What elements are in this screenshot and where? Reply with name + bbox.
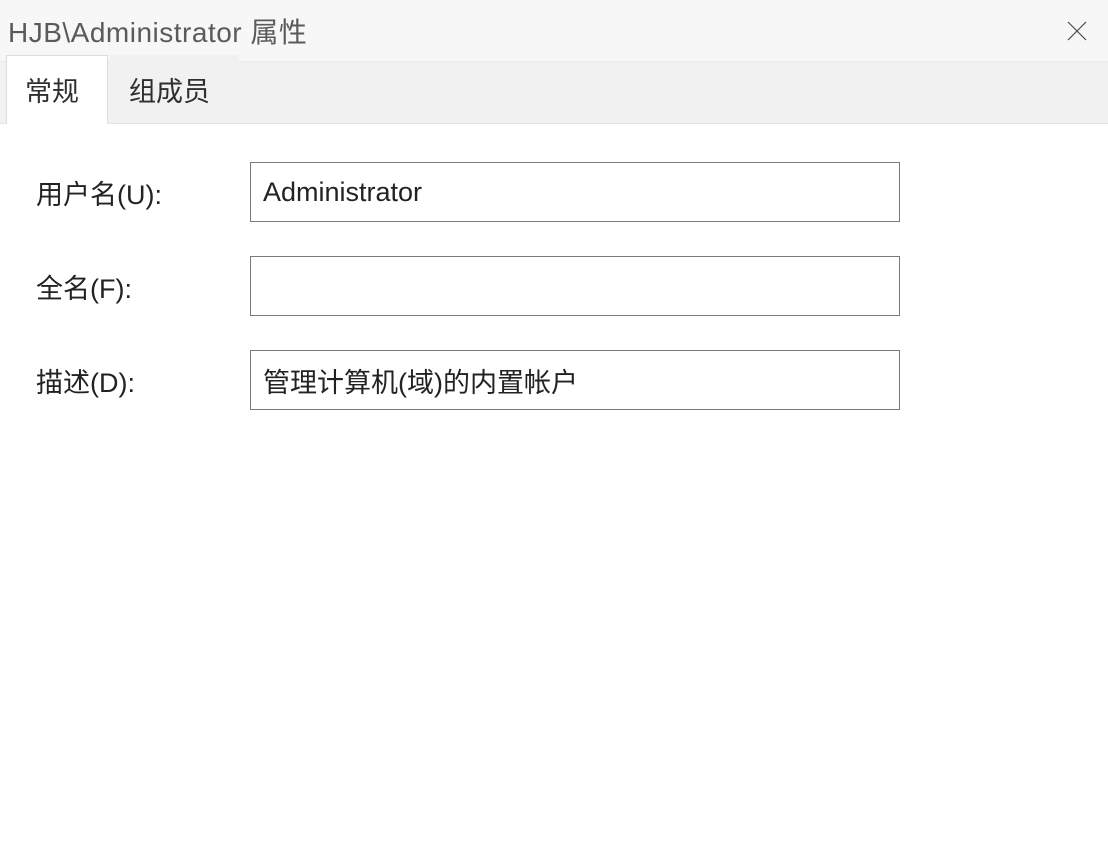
- row-fullname: 全名(F):: [30, 256, 1078, 316]
- tab-general[interactable]: 常规: [6, 55, 108, 124]
- tab-strip: 常规 组成员: [0, 62, 1108, 124]
- tab-content: 用户名(U): 全名(F): 描述(D):: [0, 124, 1108, 845]
- row-description: 描述(D):: [30, 350, 1078, 410]
- tab-members[interactable]: 组成员: [110, 55, 239, 123]
- properties-dialog: HJB\Administrator 属性 常规 组成员 用户名(U): 全名(F…: [0, 0, 1108, 845]
- label-fullname: 全名(F):: [30, 267, 250, 306]
- titlebar: HJB\Administrator 属性: [0, 0, 1108, 62]
- input-fullname[interactable]: [250, 256, 900, 316]
- input-username[interactable]: [250, 162, 900, 222]
- label-description: 描述(D):: [30, 361, 250, 400]
- close-icon: [1065, 19, 1089, 43]
- close-button[interactable]: [1056, 10, 1098, 52]
- label-username: 用户名(U):: [30, 173, 250, 212]
- window-title: HJB\Administrator 属性: [8, 11, 307, 51]
- input-description[interactable]: [250, 350, 900, 410]
- row-username: 用户名(U):: [30, 162, 1078, 222]
